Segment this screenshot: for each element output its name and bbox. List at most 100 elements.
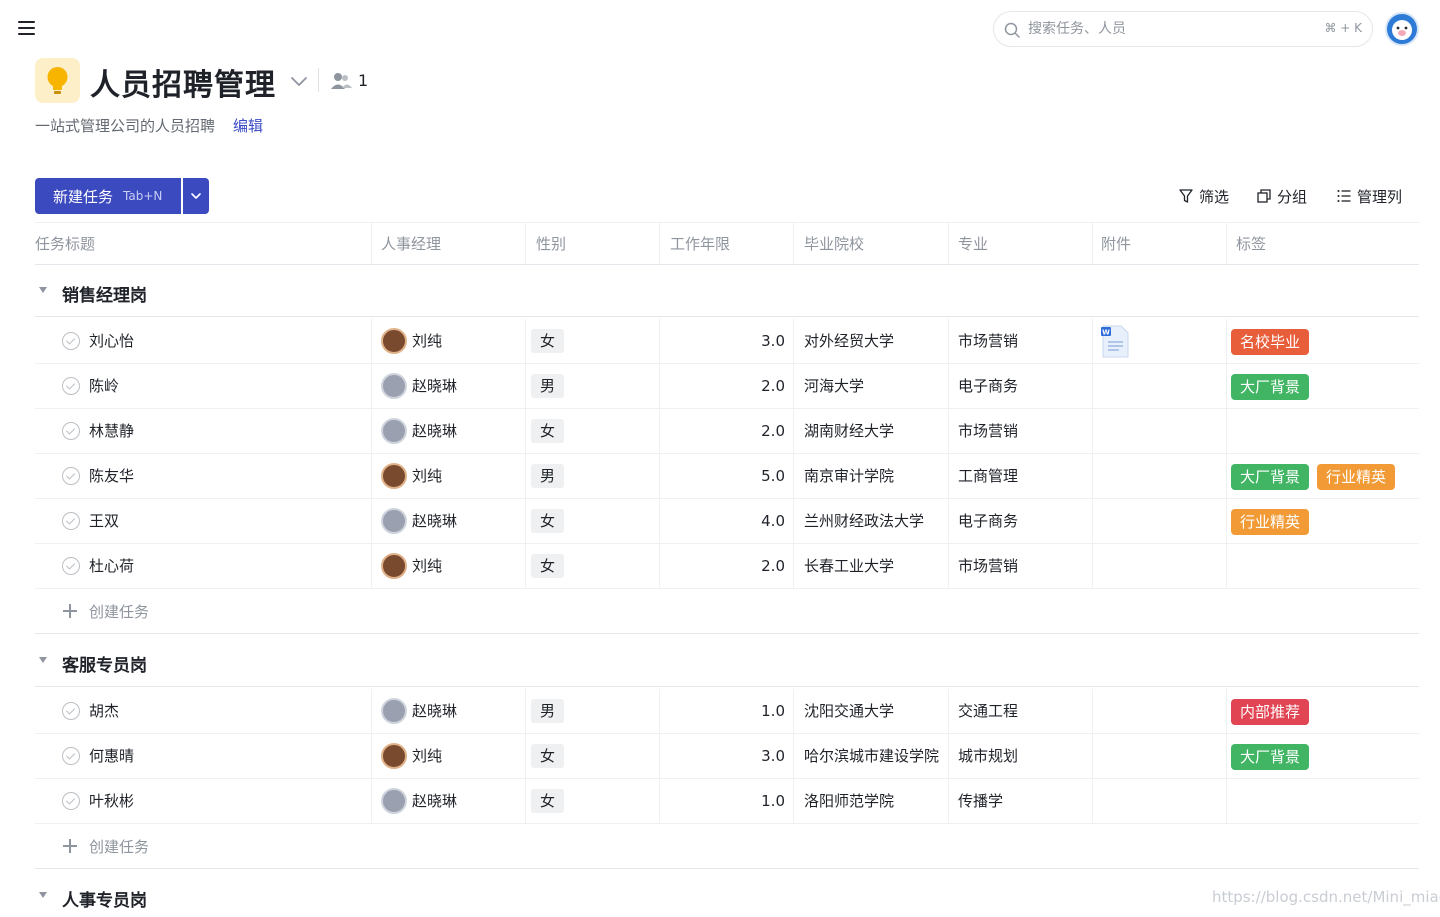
- task-title[interactable]: 陈岭: [89, 364, 119, 408]
- school-name[interactable]: 湖南财经大学: [804, 409, 942, 453]
- work-years[interactable]: 2.0: [670, 544, 785, 588]
- task-title[interactable]: 胡杰: [89, 689, 119, 733]
- complete-checkbox-icon[interactable]: [62, 377, 80, 395]
- gender-badge[interactable]: 女: [531, 744, 564, 768]
- task-title[interactable]: 何惠晴: [89, 734, 134, 778]
- gender-badge[interactable]: 男: [531, 374, 564, 398]
- user-avatar[interactable]: [1385, 12, 1419, 46]
- work-years[interactable]: 2.0: [670, 364, 785, 408]
- major-name[interactable]: 电子商务: [958, 364, 1088, 408]
- major-name[interactable]: 市场营销: [958, 544, 1088, 588]
- task-title[interactable]: 杜心荷: [89, 544, 134, 588]
- complete-checkbox-icon[interactable]: [62, 702, 80, 720]
- table-row[interactable]: 刘心怡 刘纯 女 3.0 对外经贸大学 市场营销 W 名校毕业: [35, 319, 1419, 364]
- manager-name[interactable]: 赵晓琳: [412, 689, 457, 733]
- school-name[interactable]: 长春工业大学: [804, 544, 942, 588]
- major-name[interactable]: 城市规划: [958, 734, 1088, 778]
- work-years[interactable]: 3.0: [670, 734, 785, 778]
- task-title[interactable]: 林慧静: [89, 409, 134, 453]
- search-input[interactable]: [1028, 12, 1308, 46]
- complete-checkbox-icon[interactable]: [62, 747, 80, 765]
- school-name[interactable]: 哈尔滨城市建设学院: [804, 734, 942, 778]
- major-name[interactable]: 交通工程: [958, 689, 1088, 733]
- manager-name[interactable]: 刘纯: [412, 734, 442, 778]
- table-row[interactable]: 胡杰 赵晓琳 男 1.0 沈阳交通大学 交通工程 内部推荐: [35, 689, 1419, 734]
- column-header-years[interactable]: 工作年限: [670, 223, 730, 265]
- chevron-down-icon[interactable]: [289, 72, 309, 90]
- column-header-gender[interactable]: 性别: [536, 223, 566, 265]
- column-header-tags[interactable]: 标签: [1236, 223, 1266, 265]
- create-task-row[interactable]: 创建任务: [35, 589, 1419, 634]
- school-name[interactable]: 河海大学: [804, 364, 942, 408]
- table-row[interactable]: 何惠晴 刘纯 女 3.0 哈尔滨城市建设学院 城市规划 大厂背景: [35, 734, 1419, 779]
- major-name[interactable]: 市场营销: [958, 409, 1088, 453]
- manager-name[interactable]: 刘纯: [412, 544, 442, 588]
- new-task-dropdown-button[interactable]: [183, 178, 209, 214]
- column-divider[interactable]: [659, 223, 660, 265]
- column-divider[interactable]: [525, 223, 526, 265]
- tag-badge[interactable]: 内部推荐: [1231, 699, 1310, 725]
- work-years[interactable]: 4.0: [670, 499, 785, 543]
- search-box[interactable]: ⌘ + K: [993, 11, 1373, 47]
- gender-badge[interactable]: 男: [531, 699, 564, 723]
- manager-name[interactable]: 刘纯: [412, 454, 442, 498]
- complete-checkbox-icon[interactable]: [62, 422, 80, 440]
- collapse-triangle-icon[interactable]: [39, 892, 47, 898]
- gender-badge[interactable]: 女: [531, 419, 564, 443]
- column-divider[interactable]: [371, 223, 372, 265]
- complete-checkbox-icon[interactable]: [62, 512, 80, 530]
- gender-badge[interactable]: 女: [531, 509, 564, 533]
- column-header-title[interactable]: 任务标题: [35, 223, 95, 265]
- school-name[interactable]: 沈阳交通大学: [804, 689, 942, 733]
- column-header-attachment[interactable]: 附件: [1101, 223, 1131, 265]
- gender-badge[interactable]: 女: [531, 329, 564, 353]
- column-divider[interactable]: [1092, 223, 1093, 265]
- major-name[interactable]: 工商管理: [958, 454, 1088, 498]
- school-name[interactable]: 兰州财经政法大学: [804, 499, 942, 543]
- task-title[interactable]: 陈友华: [89, 454, 134, 498]
- complete-checkbox-icon[interactable]: [62, 467, 80, 485]
- table-row[interactable]: 叶秋彬 赵晓琳 女 1.0 洛阳师范学院 传播学: [35, 779, 1419, 824]
- work-years[interactable]: 2.0: [670, 409, 785, 453]
- menu-icon[interactable]: [18, 21, 35, 35]
- manager-name[interactable]: 赵晓琳: [412, 409, 457, 453]
- tag-badge[interactable]: 行业精英: [1317, 464, 1396, 490]
- work-years[interactable]: 1.0: [670, 689, 785, 733]
- tag-badge[interactable]: 大厂背景: [1231, 744, 1310, 770]
- task-title[interactable]: 刘心怡: [89, 319, 134, 363]
- tag-badge[interactable]: 大厂背景: [1231, 374, 1310, 400]
- word-doc-icon[interactable]: W: [1101, 325, 1129, 358]
- task-title[interactable]: 王双: [89, 499, 119, 543]
- column-divider[interactable]: [948, 223, 949, 265]
- manager-name[interactable]: 赵晓琳: [412, 364, 457, 408]
- school-name[interactable]: 对外经贸大学: [804, 319, 942, 363]
- gender-badge[interactable]: 女: [531, 789, 564, 813]
- table-row[interactable]: 陈友华 刘纯 男 5.0 南京审计学院 工商管理 大厂背景 行业精英: [35, 454, 1419, 499]
- work-years[interactable]: 3.0: [670, 319, 785, 363]
- column-header-major[interactable]: 专业: [958, 223, 988, 265]
- new-task-button[interactable]: 新建任务 Tab+N: [35, 178, 181, 214]
- edit-description-link[interactable]: 编辑: [233, 115, 263, 136]
- create-task-row[interactable]: 创建任务: [35, 824, 1419, 869]
- collapse-triangle-icon[interactable]: [39, 657, 47, 663]
- column-divider[interactable]: [793, 223, 794, 265]
- tag-badge[interactable]: 大厂背景: [1231, 464, 1310, 490]
- major-name[interactable]: 电子商务: [958, 499, 1088, 543]
- manager-name[interactable]: 刘纯: [412, 319, 442, 363]
- major-name[interactable]: 传播学: [958, 779, 1088, 823]
- tag-badge[interactable]: 名校毕业: [1231, 329, 1310, 355]
- complete-checkbox-icon[interactable]: [62, 332, 80, 350]
- school-name[interactable]: 南京审计学院: [804, 454, 942, 498]
- column-header-school[interactable]: 毕业院校: [804, 223, 864, 265]
- table-row[interactable]: 林慧静 赵晓琳 女 2.0 湖南财经大学 市场营销: [35, 409, 1419, 454]
- collapse-triangle-icon[interactable]: [39, 287, 47, 293]
- manager-name[interactable]: 赵晓琳: [412, 779, 457, 823]
- manager-name[interactable]: 赵晓琳: [412, 499, 457, 543]
- school-name[interactable]: 洛阳师范学院: [804, 779, 942, 823]
- work-years[interactable]: 5.0: [670, 454, 785, 498]
- column-header-manager[interactable]: 人事经理: [381, 223, 441, 265]
- table-row[interactable]: 陈岭 赵晓琳 男 2.0 河海大学 电子商务 大厂背景: [35, 364, 1419, 409]
- group-button[interactable]: 分组: [1257, 186, 1317, 206]
- manage-columns-button[interactable]: 管理列: [1337, 186, 1417, 206]
- column-divider[interactable]: [1226, 223, 1227, 265]
